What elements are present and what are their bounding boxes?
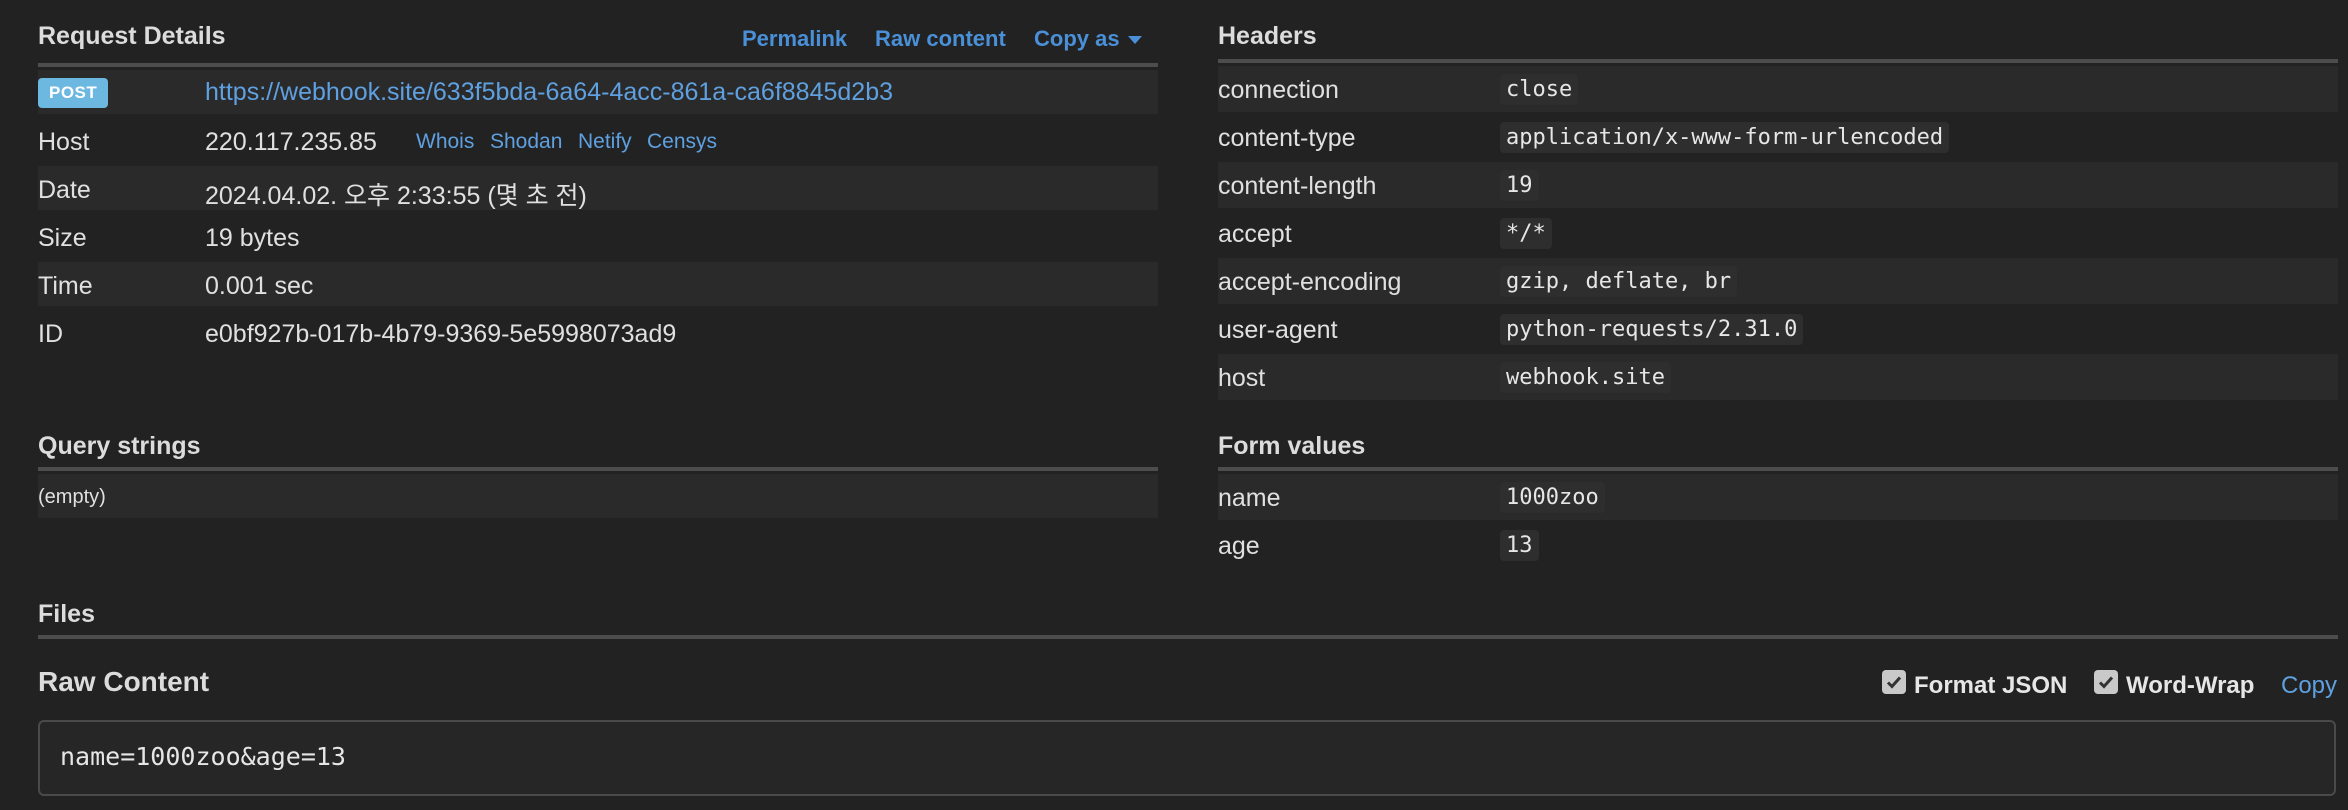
header-row [1218, 354, 2338, 400]
shodan-link[interactable]: Shodan [490, 130, 562, 154]
header-name: connection [1218, 76, 1339, 104]
date-value: 2024.04.02. 오후 2:33:55 (몇 초 전) [205, 182, 587, 210]
header-value: application/x-www-form-urlencoded [1500, 122, 1950, 153]
copy-as-dropdown[interactable]: Copy as [1034, 26, 1142, 52]
censys-link[interactable]: Censys [647, 130, 717, 154]
headers-divider [1218, 59, 2338, 63]
form-value-name: name [1218, 484, 1281, 512]
word-wrap-checkbox[interactable] [2094, 670, 2118, 694]
raw-content-box[interactable]: name=1000zoo&age=13 [38, 720, 2336, 796]
raw-content-body: name=1000zoo&age=13 [60, 742, 346, 771]
header-value-text: 19 [1500, 170, 1539, 201]
header-name: accept [1218, 220, 1292, 248]
host-label: Host [38, 128, 90, 156]
request-url-link[interactable]: https://webhook.site/633f5bda-6a64-4acc-… [205, 78, 893, 107]
request-details-title: Request Details [38, 22, 226, 50]
form-value-text: 13 [1500, 530, 1539, 561]
header-value: python-requests/2.31.0 [1500, 314, 1804, 345]
raw-content-title: Raw Content [38, 666, 210, 697]
id-label: ID [38, 320, 63, 348]
date-label: Date [38, 176, 91, 204]
form-value-value: 13 [1500, 530, 1539, 561]
size-value: 19 bytes [205, 224, 300, 252]
header-name: content-length [1218, 172, 1377, 200]
files-title: Files [38, 600, 95, 628]
header-value: close [1500, 74, 1579, 105]
copy-raw-link[interactable]: Copy [2281, 672, 2337, 700]
header-row [1218, 66, 2338, 112]
checkmark-icon [1886, 676, 1902, 689]
permalink-link[interactable]: Permalink [742, 26, 847, 52]
host-value: 220.117.235.85 [205, 128, 377, 156]
format-json-checkbox[interactable] [1882, 670, 1906, 694]
whois-link[interactable]: Whois [416, 130, 474, 154]
header-value-text: close [1500, 74, 1579, 105]
form-value-name: age [1218, 532, 1260, 560]
header-name: accept-encoding [1218, 268, 1402, 296]
header-name: host [1218, 364, 1266, 392]
netify-link[interactable]: Netify [578, 130, 632, 154]
header-value-text: webhook.site [1500, 362, 1671, 393]
form-value-text: 1000zoo [1500, 482, 1605, 513]
word-wrap-label[interactable]: Word-Wrap [2126, 672, 2254, 700]
form-value-row [1218, 474, 2338, 520]
header-value-text: application/x-www-form-urlencoded [1500, 122, 1950, 153]
headers-title: Headers [1218, 22, 1317, 50]
size-label: Size [38, 224, 87, 252]
header-value: webhook.site [1500, 362, 1671, 393]
method-badge: POST [38, 78, 109, 108]
format-json-label[interactable]: Format JSON [1914, 672, 2067, 700]
header-value: 19 [1500, 170, 1539, 201]
copy-as-label: Copy as [1034, 26, 1120, 51]
checkmark-icon [2098, 676, 2114, 689]
query-strings-divider [38, 467, 1158, 471]
form-values-divider [1218, 467, 2338, 471]
query-strings-empty: (empty) [38, 486, 106, 508]
header-name: user-agent [1218, 316, 1338, 344]
form-values-title: Form values [1218, 432, 1366, 460]
header-name: content-type [1218, 124, 1356, 152]
raw-content-link[interactable]: Raw content [875, 26, 1006, 52]
time-value: 0.001 sec [205, 272, 314, 300]
header-value: */* [1500, 218, 1552, 249]
header-value-text: gzip, deflate, br [1500, 266, 1738, 297]
form-value-value: 1000zoo [1500, 482, 1605, 513]
id-value: e0bf927b-017b-4b79-9369-5e5998073ad9 [205, 320, 677, 348]
header-value-text: */* [1500, 218, 1552, 249]
time-label: Time [38, 272, 93, 300]
files-divider [38, 635, 2338, 639]
header-row [1218, 162, 2338, 208]
chevron-down-icon [1127, 36, 1142, 45]
request-details-divider [38, 63, 1158, 67]
query-strings-row [38, 474, 1158, 518]
header-value: gzip, deflate, br [1500, 266, 1738, 297]
query-strings-title: Query strings [38, 432, 201, 460]
header-value-text: python-requests/2.31.0 [1500, 314, 1804, 345]
